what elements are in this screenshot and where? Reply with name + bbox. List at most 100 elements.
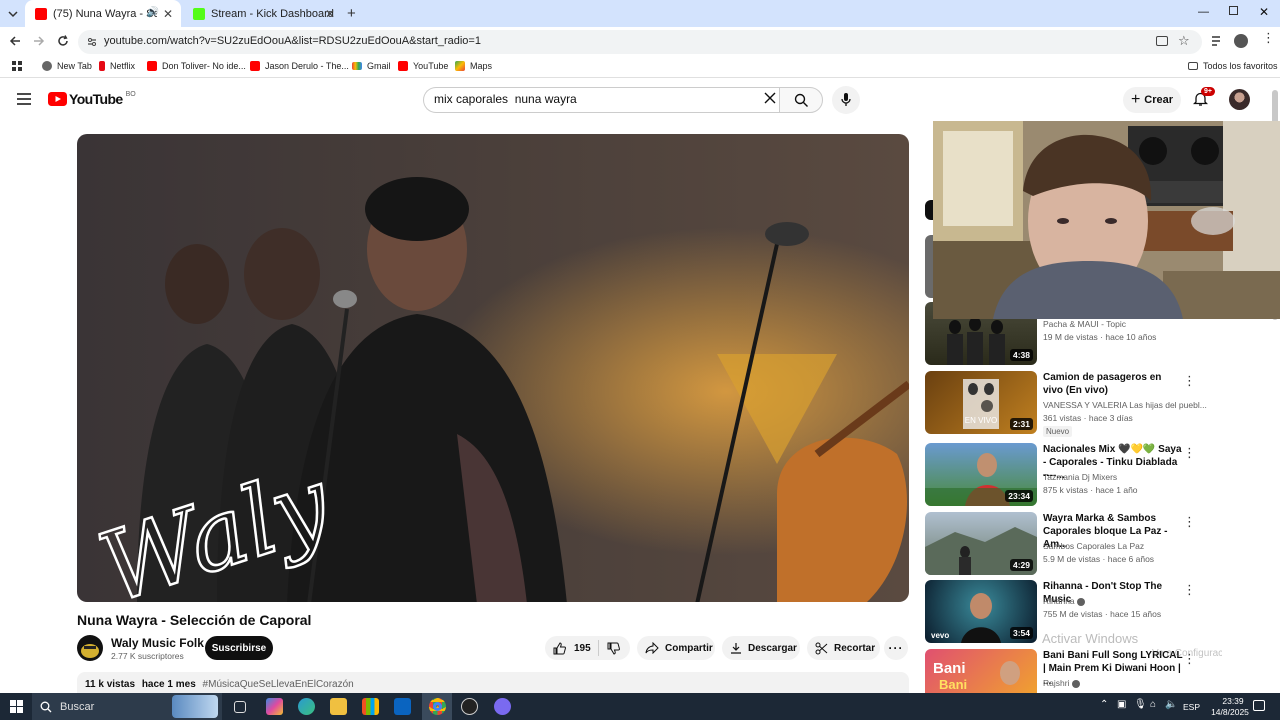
bookmark-gmail[interactable]: Gmail: [352, 61, 391, 71]
tab-kick[interactable]: Stream - Kick Dashboard ✕: [183, 0, 343, 27]
all-bookmarks[interactable]: Todos los favoritos: [1188, 61, 1278, 71]
media-control-icon[interactable]: [1211, 35, 1223, 47]
taskbar-search[interactable]: Buscar: [32, 693, 222, 720]
more-options-icon[interactable]: ⋮: [1183, 514, 1196, 530]
channel-name[interactable]: VANESSA Y VALERIA Las hijas del puebl...: [1043, 400, 1207, 410]
close-tab-icon[interactable]: ✕: [325, 7, 335, 21]
clock-time[interactable]: 23:39: [1213, 696, 1253, 706]
clock-date[interactable]: 14/8/2025: [1205, 707, 1255, 717]
show-hidden-icons-icon[interactable]: ⌃: [1100, 699, 1108, 710]
address-bar[interactable]: youtube.com/watch?v=SU2zuEdOouA&list=RDS…: [78, 30, 1202, 54]
new-tab-icon[interactable]: +: [347, 5, 356, 22]
microsoft-store-icon[interactable]: [362, 698, 379, 715]
discord-icon[interactable]: [494, 698, 511, 715]
like-button[interactable]: 195: [545, 640, 599, 656]
minimize-icon[interactable]: —: [1198, 6, 1209, 18]
microphone-icon: [841, 93, 851, 106]
subscribe-button[interactable]: Suscribirse: [205, 636, 273, 660]
apps-grid-icon[interactable]: [12, 61, 23, 72]
channel-name[interactable]: Rihanna: [1043, 596, 1086, 606]
voice-search-button[interactable]: [832, 86, 860, 114]
outlook-icon[interactable]: [394, 698, 411, 715]
create-button[interactable]: + Crear: [1123, 87, 1181, 113]
task-view-icon[interactable]: [234, 701, 246, 713]
edge-icon[interactable]: [298, 698, 315, 715]
channel-name[interactable]: Rajshri: [1043, 678, 1080, 688]
search-button[interactable]: [779, 87, 823, 113]
clear-search-icon[interactable]: [763, 91, 777, 105]
bookmark-star-icon[interactable]: ☆: [1178, 33, 1190, 49]
notifications-button[interactable]: 9+: [1193, 87, 1215, 107]
hamburger-menu-icon[interactable]: [17, 93, 31, 105]
site-info-icon[interactable]: [86, 36, 98, 48]
profile-avatar[interactable]: [1234, 34, 1248, 48]
video-thumbnail[interactable]: vevo 3:54: [925, 580, 1037, 643]
volume-icon[interactable]: 🔈: [1165, 699, 1177, 710]
chrome-menu-icon[interactable]: ⋮: [1262, 31, 1275, 44]
bookmark-jason-derulo[interactable]: Jason Derulo - The...: [250, 61, 349, 71]
speaker-icon[interactable]: 🔊: [147, 7, 159, 18]
notification-center-icon[interactable]: [1253, 700, 1265, 711]
video-player[interactable]: Waly: [77, 134, 909, 602]
forward-icon[interactable]: [32, 34, 46, 48]
bookmark-new-tab[interactable]: New Tab: [42, 61, 92, 71]
search-box: [423, 87, 779, 113]
more-actions-button[interactable]: ···: [884, 636, 908, 660]
wifi-icon[interactable]: ⌂: [1150, 699, 1156, 710]
more-options-icon[interactable]: ⋮: [1183, 582, 1196, 598]
svg-text:Bani: Bani: [939, 677, 967, 692]
country-code: BO: [125, 90, 136, 98]
close-tab-icon[interactable]: ✕: [163, 7, 173, 21]
channel-name[interactable]: Waly Music Folk: [111, 636, 204, 650]
tab-youtube[interactable]: (75) Nuna Wayra - Selecció 🔊 ✕: [25, 0, 181, 27]
channel-name[interactable]: Pacha & MAUI - Topic: [1043, 319, 1126, 329]
thumbs-down-icon: [607, 642, 620, 655]
sidebar-thumb-partial: [925, 235, 933, 298]
copilot-icon[interactable]: [266, 698, 283, 715]
share-button[interactable]: Compartir: [637, 636, 715, 660]
bookmark-maps[interactable]: Maps: [455, 61, 492, 71]
channel-name[interactable]: Tazmania Dj Mixers: [1043, 472, 1117, 482]
youtube-logo[interactable]: YouTube BO: [48, 91, 136, 107]
channel-name[interactable]: Sambos Caporales La Paz: [1043, 541, 1144, 551]
video-thumbnail[interactable]: Bani Bani: [925, 649, 1037, 693]
more-options-icon[interactable]: ⋮: [1183, 373, 1196, 389]
youtube-icon: [398, 61, 408, 71]
windows-start-icon[interactable]: [10, 700, 23, 713]
tab-search-icon[interactable]: [6, 8, 20, 20]
video-thumbnail[interactable]: 23:34: [925, 443, 1037, 506]
video-meta: 875 k vistas · hace 1 año: [1043, 485, 1138, 495]
file-explorer-icon[interactable]: [330, 698, 347, 715]
obs-icon[interactable]: [461, 698, 478, 715]
url-text: youtube.com/watch?v=SU2zuEdOouA&list=RDS…: [104, 35, 481, 47]
thumbs-up-icon: [553, 641, 566, 654]
dislike-button[interactable]: [599, 642, 620, 655]
channel-avatar[interactable]: [77, 635, 103, 661]
install-app-icon[interactable]: [1156, 36, 1168, 46]
video-thumbnail[interactable]: 4:29: [925, 512, 1037, 575]
close-window-icon[interactable]: ✕: [1259, 5, 1269, 19]
search-input[interactable]: [434, 92, 754, 106]
video-duration: 4:38: [1009, 349, 1033, 361]
network-icon[interactable]: ▣: [1117, 699, 1126, 710]
bookmark-netflix[interactable]: Netflix: [99, 61, 135, 71]
video-duration: 2:31: [1009, 418, 1033, 430]
video-thumbnail[interactable]: EN VIVO 2:31: [925, 371, 1037, 434]
reload-icon[interactable]: [56, 34, 70, 48]
account-avatar[interactable]: [1229, 89, 1250, 110]
back-icon[interactable]: [8, 34, 22, 48]
bookmark-don-toliver[interactable]: Don Toliver- No ide...: [147, 61, 246, 71]
download-button[interactable]: Descargar: [722, 636, 800, 660]
restore-icon[interactable]: [1229, 6, 1238, 15]
clip-button[interactable]: Recortar: [807, 636, 880, 660]
more-options-icon[interactable]: ⋮: [1183, 445, 1196, 461]
bookmark-youtube[interactable]: YouTube: [398, 61, 448, 71]
hashtag-link[interactable]: #MúsicaQueSeLlevaEnElCorazón: [203, 679, 354, 690]
video-description-box[interactable]: 11 k vistas hace 1 mes #MúsicaQueSeLleva…: [77, 672, 909, 694]
new-badge: Nuevo: [1043, 426, 1073, 437]
microphone-tray-icon[interactable]: 🎙: [1134, 699, 1147, 710]
like-count: 195: [574, 642, 591, 654]
language-indicator[interactable]: ESP: [1183, 702, 1200, 712]
recommendation-title[interactable]: Camion de pasageros en vivo (En vivo): [1043, 371, 1183, 397]
chrome-taskbar-button[interactable]: [422, 693, 452, 720]
